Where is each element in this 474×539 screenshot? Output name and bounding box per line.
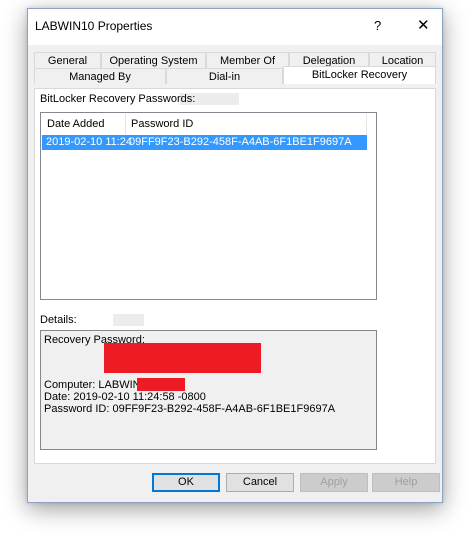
- help-icon[interactable]: ?: [374, 18, 381, 33]
- redacted-computer-suffix: [137, 378, 185, 391]
- title-bar[interactable]: LABWIN10 Properties ? ✕: [28, 9, 442, 45]
- tab-member-of[interactable]: Member Of: [206, 52, 289, 68]
- cell-date-added: 2019-02-10 11:24: [46, 136, 133, 148]
- help-button[interactable]: Help: [372, 473, 440, 492]
- ok-button[interactable]: OK: [152, 473, 220, 492]
- properties-dialog: LABWIN10 Properties ? ✕ General Operatin…: [27, 8, 443, 503]
- column-header-password-id[interactable]: Password ID: [126, 114, 367, 134]
- details-label: Details:: [40, 314, 144, 326]
- password-id-line: Password ID: 09FF9F23-B292-458F-A4AB-6F1…: [44, 403, 336, 415]
- tab-dial-in[interactable]: Dial-in: [166, 68, 283, 84]
- recovery-passwords-list[interactable]: Date Added Password ID 2019-02-10 11:24 …: [40, 112, 377, 300]
- close-icon[interactable]: ✕: [417, 16, 430, 34]
- date-line: Date: 2019-02-10 11:24:58 -0800: [44, 391, 206, 403]
- redacted-recovery-password: [104, 343, 261, 373]
- details-text-box[interactable]: Recovery Password: Computer: LABWIN10 Da…: [40, 330, 377, 450]
- tab-operating-system[interactable]: Operating System: [101, 52, 206, 68]
- apply-button[interactable]: Apply: [300, 473, 368, 492]
- column-header-date-added[interactable]: Date Added: [42, 114, 126, 134]
- cell-password-id: 09FF9F23-B292-458F-A4AB-6F1BE1F9697A: [129, 136, 352, 148]
- tab-bitlocker-recovery[interactable]: BitLocker Recovery: [283, 66, 436, 84]
- tab-general[interactable]: General: [34, 52, 101, 68]
- tab-managed-by[interactable]: Managed By: [34, 68, 166, 84]
- window-title: LABWIN10 Properties: [35, 19, 153, 33]
- table-row[interactable]: 2019-02-10 11:24 09FF9F23-B292-458F-A4AB…: [42, 135, 367, 150]
- passwords-label: BitLocker Recovery Passwords:: [40, 93, 239, 105]
- cancel-button[interactable]: Cancel: [226, 473, 294, 492]
